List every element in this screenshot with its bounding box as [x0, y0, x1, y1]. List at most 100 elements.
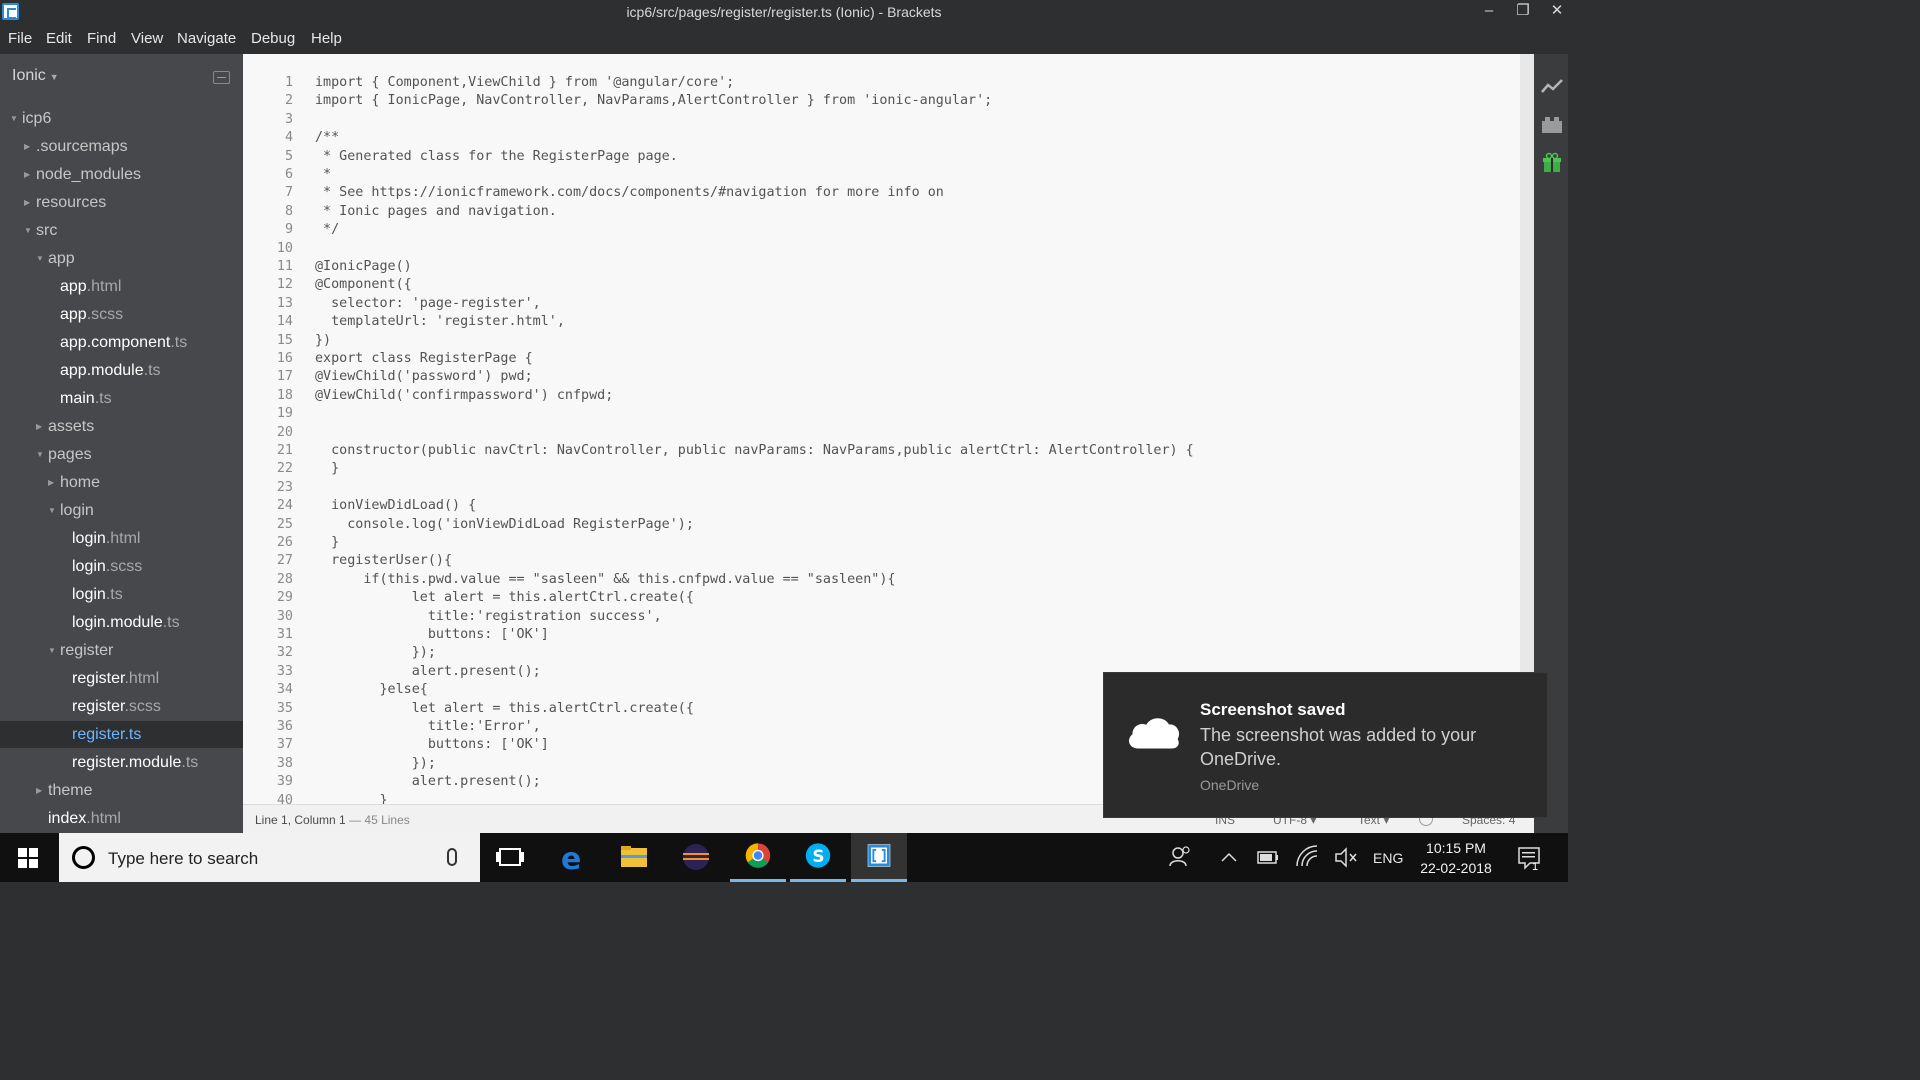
- code-line[interactable]: 11 @IonicPage(): [243, 258, 1520, 276]
- tree-folder[interactable]: ▶ home: [0, 469, 243, 496]
- eclipse-icon[interactable]: [668, 833, 724, 882]
- code-line[interactable]: 21 constructor(public navCtrl: NavContro…: [243, 442, 1520, 460]
- tree-file[interactable]: app.html: [0, 273, 243, 300]
- code-line[interactable]: 30 title:'registration success',: [243, 608, 1520, 626]
- tree-file[interactable]: index.html: [0, 805, 243, 832]
- triangle-right-icon[interactable]: ▶: [24, 189, 36, 216]
- tree-file[interactable]: register.module.ts: [0, 749, 243, 776]
- code-line[interactable]: 26 }: [243, 534, 1520, 552]
- code-line[interactable]: 16 export class RegisterPage {: [243, 350, 1520, 368]
- triangle-right-icon[interactable]: ▶: [36, 413, 48, 440]
- microphone-icon[interactable]: [447, 848, 457, 866]
- people-icon[interactable]: [1165, 833, 1195, 882]
- code-line[interactable]: 2 import { IonicPage, NavController, NavP…: [243, 92, 1520, 110]
- split-view-icon[interactable]: [213, 71, 230, 84]
- battery-icon[interactable]: [1253, 833, 1283, 882]
- tree-folder[interactable]: ▶ node_modules: [0, 161, 243, 188]
- menu-navigate[interactable]: Navigate: [177, 30, 236, 47]
- brackets-taskbar-icon[interactable]: [851, 833, 907, 882]
- triangle-down-icon[interactable]: ▼: [48, 497, 60, 524]
- code-line[interactable]: 17 @ViewChild('password') pwd;: [243, 368, 1520, 386]
- project-dropdown[interactable]: Ionic ▼: [12, 67, 59, 85]
- gift-icon[interactable]: [1541, 152, 1563, 174]
- tree-folder[interactable]: ▼ icp6: [0, 105, 243, 132]
- triangle-right-icon[interactable]: ▶: [48, 469, 60, 496]
- triangle-down-icon[interactable]: ▼: [24, 217, 36, 244]
- code-line[interactable]: 15}): [243, 332, 1520, 350]
- volume-muted-icon[interactable]: [1331, 833, 1361, 882]
- edge-browser-icon[interactable]: e: [544, 833, 600, 882]
- triangle-down-icon[interactable]: ▼: [36, 245, 48, 272]
- code-line[interactable]: 12 @Component({: [243, 276, 1520, 294]
- tree-folder[interactable]: ▼ register: [0, 637, 243, 664]
- code-line[interactable]: 27 registerUser(){: [243, 552, 1520, 570]
- tree-file[interactable]: register.html: [0, 665, 243, 692]
- code-line[interactable]: 9 */: [243, 221, 1520, 239]
- code-line[interactable]: 5 * Generated class for the RegisterPage…: [243, 148, 1520, 166]
- close-button[interactable]: ✕: [1540, 0, 1574, 25]
- task-view-icon[interactable]: [482, 833, 538, 882]
- code-line[interactable]: 28 if(this.pwd.value == "sasleen" && thi…: [243, 571, 1520, 589]
- code-line[interactable]: 14 templateUrl: 'register.html',: [243, 313, 1520, 331]
- tree-file[interactable]: app.scss: [0, 301, 243, 328]
- chevron-up-icon[interactable]: [1214, 833, 1244, 882]
- menu-file[interactable]: File: [8, 30, 32, 47]
- code-line[interactable]: 20: [243, 424, 1520, 442]
- tree-folder[interactable]: ▼ src: [0, 217, 243, 244]
- code-line[interactable]: 8 * Ionic pages and navigation.: [243, 203, 1520, 221]
- skype-icon[interactable]: S: [790, 833, 846, 882]
- code-line[interactable]: 22 }: [243, 460, 1520, 478]
- tree-file[interactable]: login.ts: [0, 581, 243, 608]
- restore-button[interactable]: ❐: [1506, 0, 1540, 25]
- code-line[interactable]: 6 *: [243, 166, 1520, 184]
- triangle-down-icon[interactable]: ▼: [10, 105, 22, 132]
- clock[interactable]: 10:15 PM 22-02-2018: [1407, 838, 1505, 878]
- tree-folder[interactable]: ▼ app: [0, 245, 243, 272]
- menu-view[interactable]: View: [131, 30, 163, 47]
- tree-file[interactable]: app.module.ts: [0, 357, 243, 384]
- tree-file[interactable]: login.html: [0, 525, 243, 552]
- tree-file[interactable]: login.module.ts: [0, 609, 243, 636]
- extension-manager-icon[interactable]: [1541, 114, 1563, 136]
- tree-file[interactable]: register.ts: [0, 721, 243, 748]
- code-line[interactable]: 23: [243, 479, 1520, 497]
- triangle-right-icon[interactable]: ▶: [24, 161, 36, 188]
- code-line[interactable]: 31 buttons: ['OK']: [243, 626, 1520, 644]
- tree-file[interactable]: register.scss: [0, 693, 243, 720]
- wifi-icon[interactable]: [1292, 833, 1322, 882]
- code-line[interactable]: 4 /**: [243, 129, 1520, 147]
- tree-folder[interactable]: ▶ .sourcemaps: [0, 133, 243, 160]
- code-line[interactable]: 24 ionViewDidLoad() {: [243, 497, 1520, 515]
- triangle-right-icon[interactable]: ▶: [36, 777, 48, 804]
- code-line[interactable]: 13 selector: 'page-register',: [243, 295, 1520, 313]
- tree-folder[interactable]: ▼ pages: [0, 441, 243, 468]
- tree-file[interactable]: app.component.ts: [0, 329, 243, 356]
- file-explorer-icon[interactable]: [606, 833, 662, 882]
- tree-folder[interactable]: ▼ login: [0, 497, 243, 524]
- taskbar-search-box[interactable]: Type here to search: [59, 833, 480, 882]
- live-preview-icon[interactable]: [1541, 76, 1563, 98]
- menu-help[interactable]: Help: [311, 30, 342, 47]
- code-line[interactable]: 10: [243, 240, 1520, 258]
- tree-folder[interactable]: ▶ resources: [0, 189, 243, 216]
- chrome-icon[interactable]: [730, 833, 786, 882]
- tree-file[interactable]: login.scss: [0, 553, 243, 580]
- windows-start-icon[interactable]: [18, 848, 38, 868]
- code-line[interactable]: 7 * See https://ionicframework.com/docs/…: [243, 184, 1520, 202]
- code-line[interactable]: 25 console.log('ionViewDidLoad RegisterP…: [243, 516, 1520, 534]
- code-line[interactable]: 3: [243, 111, 1520, 129]
- tree-folder[interactable]: ▶ assets: [0, 413, 243, 440]
- input-language[interactable]: ENG: [1373, 850, 1403, 866]
- menu-debug[interactable]: Debug: [251, 30, 295, 47]
- triangle-down-icon[interactable]: ▼: [36, 441, 48, 468]
- code-line[interactable]: 19: [243, 405, 1520, 423]
- code-line[interactable]: 18 @ViewChild('confirmpassword') cnfpwd;: [243, 387, 1520, 405]
- minimize-button[interactable]: –: [1472, 0, 1506, 25]
- tree-folder[interactable]: ▶ theme: [0, 777, 243, 804]
- menu-edit[interactable]: Edit: [46, 30, 72, 47]
- code-line[interactable]: 29 let alert = this.alertCtrl.create({: [243, 589, 1520, 607]
- code-line[interactable]: 1 import { Component,ViewChild } from '@a…: [243, 74, 1520, 92]
- tree-file[interactable]: main.ts: [0, 385, 243, 412]
- triangle-right-icon[interactable]: ▶: [24, 133, 36, 160]
- menu-find[interactable]: Find: [87, 30, 116, 47]
